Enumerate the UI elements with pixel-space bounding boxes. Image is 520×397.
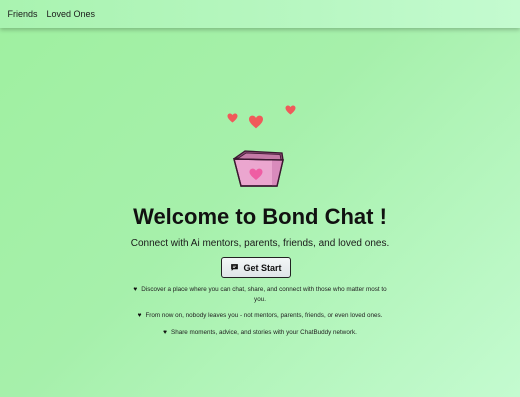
feature-item: ♥ Discover a place where you can chat, sh… [0,286,520,303]
feature-text-continued: you. [254,296,266,303]
chat-bubble-icon [231,264,239,271]
feature-item: ♥ Share moments, advice, and stories with… [0,329,520,336]
feature-text: Share moments, advice, and stories with … [171,329,357,336]
feature-text: Discover a place where you can chat, sha… [141,286,387,293]
heart-icon [285,105,296,115]
heart-icon: ♥ [163,329,167,336]
love-box-illustration [233,150,284,187]
get-start-label: Get Start [243,262,282,273]
get-start-button[interactable]: Get Start [221,257,291,278]
page-title: Welcome to Bond Chat ! [133,204,387,229]
nav-item-loved-ones[interactable]: Loved Ones [47,9,96,19]
nav-item-friends[interactable]: Friends [8,9,38,19]
feature-item: ♥ From now on, nobody leaves you - not me… [0,312,520,319]
top-navbar: s Friends Loved Ones [0,0,520,28]
heart-icon [249,115,263,129]
nav-links: s Friends Loved Ones [0,9,104,19]
feature-text: From now on, nobody leaves you - not men… [145,312,383,319]
heart-icon [227,113,238,123]
heart-icon: ♥ [133,286,138,293]
heart-icon: ♥ [137,312,142,319]
page-subtitle: Connect with Ai mentors, parents, friend… [130,238,390,249]
